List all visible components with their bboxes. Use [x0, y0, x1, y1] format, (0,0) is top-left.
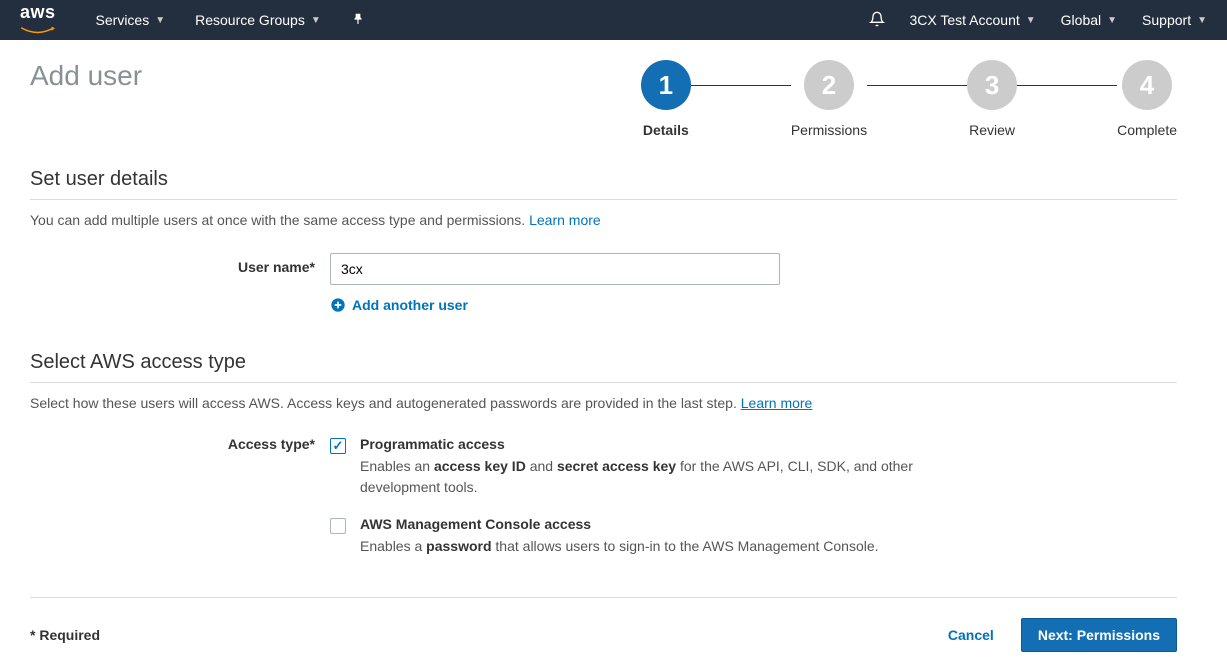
section-access-type-title: Select AWS access type: [30, 351, 1177, 383]
step-circle-3: 3: [967, 60, 1017, 110]
bell-icon: [869, 11, 885, 27]
learn-more-link[interactable]: Learn more: [529, 212, 601, 228]
footer: * Required Cancel Next: Permissions: [30, 597, 1177, 652]
top-nav: aws Services ▼ Resource Groups ▼: [0, 0, 1227, 40]
programmatic-access-checkbox[interactable]: [330, 438, 346, 454]
section-user-details: Set user details You can add multiple us…: [30, 168, 1177, 316]
nav-services-label: Services: [96, 12, 150, 28]
section-access-type-help: Select how these users will access AWS. …: [30, 395, 1177, 411]
wizard-step-complete: 4 Complete: [1117, 60, 1177, 138]
step-label-3: Review: [969, 122, 1015, 138]
step-circle-4: 4: [1122, 60, 1172, 110]
nav-support[interactable]: Support ▼: [1142, 12, 1207, 28]
section-user-details-title: Set user details: [30, 168, 1177, 200]
aws-smile-icon: [20, 26, 55, 36]
nav-resource-groups[interactable]: Resource Groups ▼: [195, 12, 321, 28]
wizard-step-details: 1 Details: [641, 60, 691, 138]
step-connector: [691, 85, 791, 86]
caret-down-icon: ▼: [1107, 15, 1117, 26]
wizard-steps: 1 Details 2 Permissions 3 Review 4 Compl…: [641, 60, 1177, 138]
aws-logo[interactable]: aws: [20, 2, 56, 39]
page-title: Add user: [30, 60, 142, 92]
add-another-user-label: Add another user: [352, 297, 468, 313]
username-label: User name*: [30, 253, 330, 275]
wizard-step-permissions: 2 Permissions: [791, 60, 867, 138]
step-circle-1: 1: [641, 60, 691, 110]
nav-services[interactable]: Services ▼: [96, 12, 166, 28]
step-label-2: Permissions: [791, 122, 867, 138]
nav-region[interactable]: Global ▼: [1061, 12, 1117, 28]
nav-account-label: 3CX Test Account: [910, 12, 1020, 28]
caret-down-icon: ▼: [155, 15, 165, 26]
caret-down-icon: ▼: [1197, 15, 1207, 26]
cancel-button[interactable]: Cancel: [936, 619, 1006, 651]
caret-down-icon: ▼: [1026, 15, 1036, 26]
step-circle-2: 2: [804, 60, 854, 110]
section-access-type: Select AWS access type Select how these …: [30, 351, 1177, 557]
nav-account[interactable]: 3CX Test Account ▼: [910, 12, 1036, 28]
next-permissions-button[interactable]: Next: Permissions: [1021, 618, 1177, 652]
help-text: You can add multiple users at once with …: [30, 212, 529, 228]
step-label-1: Details: [643, 122, 689, 138]
programmatic-access-desc: Enables an access key ID and secret acce…: [360, 456, 960, 498]
step-label-4: Complete: [1117, 122, 1177, 138]
nav-support-label: Support: [1142, 12, 1191, 28]
caret-down-icon: ▼: [311, 15, 321, 26]
nav-region-label: Global: [1061, 12, 1101, 28]
step-connector: [867, 85, 967, 86]
nav-notifications[interactable]: [869, 11, 885, 30]
help-text: Select how these users will access AWS. …: [30, 395, 741, 411]
console-access-title: AWS Management Console access: [360, 516, 960, 532]
pin-icon: [351, 12, 365, 29]
required-note: * Required: [30, 627, 100, 643]
plus-circle-icon: [330, 297, 346, 313]
console-access-desc: Enables a password that allows users to …: [360, 536, 960, 557]
console-access-checkbox[interactable]: [330, 518, 346, 534]
nav-pin[interactable]: [351, 12, 365, 29]
username-input[interactable]: [330, 253, 780, 285]
programmatic-access-title: Programmatic access: [360, 436, 960, 452]
access-type-label: Access type*: [30, 436, 330, 452]
wizard-step-review: 3 Review: [967, 60, 1017, 138]
learn-more-link[interactable]: Learn more: [741, 395, 813, 411]
add-another-user-link[interactable]: Add another user: [330, 297, 468, 313]
section-user-details-help: You can add multiple users at once with …: [30, 212, 1177, 228]
nav-resource-groups-label: Resource Groups: [195, 12, 305, 28]
step-connector: [1017, 85, 1117, 86]
